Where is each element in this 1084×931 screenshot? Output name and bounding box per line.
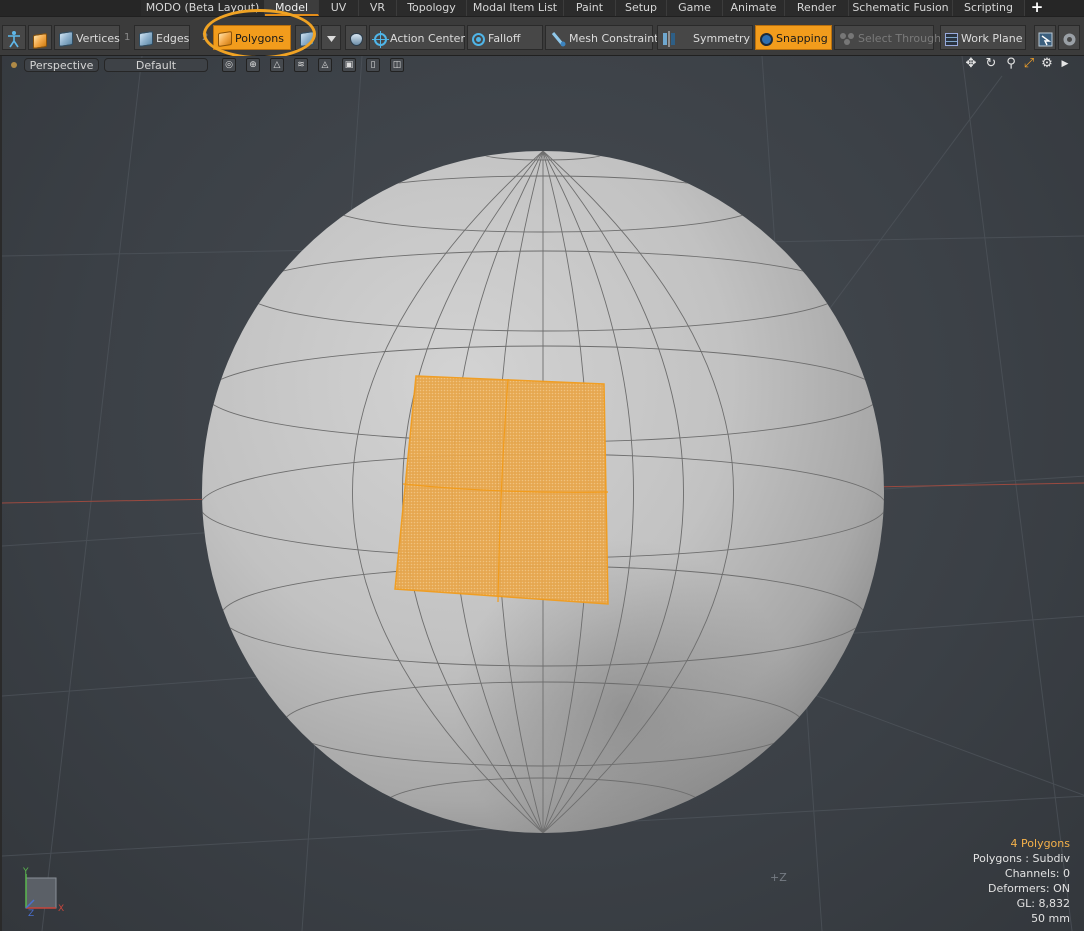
symmetry-label: Symmetry — [693, 32, 751, 45]
book-icon[interactable]: ◫ — [390, 58, 404, 72]
skeleton-mode-button[interactable] — [2, 25, 26, 50]
move-icon[interactable]: ✥ — [964, 57, 978, 71]
select-through-button[interactable]: Select Through — [834, 25, 941, 50]
figure-icon — [8, 31, 20, 48]
modo-window: MODO (Beta Layout) Model UV VR Topology … — [0, 0, 1084, 931]
wireframe-sphere-icon[interactable]: ⊕ — [246, 58, 260, 72]
snapping-icon — [760, 32, 773, 46]
z-direction-marker: +Z — [770, 871, 787, 884]
tab-schematic-fusion[interactable]: Schematic Fusion — [849, 0, 953, 16]
shading-style-dropdown[interactable]: Default — [104, 58, 208, 72]
snapping-button[interactable]: Snapping — [755, 25, 832, 50]
deformers-info: Deformers: ON — [988, 882, 1070, 895]
drawing-style-icon[interactable]: ◬ — [318, 58, 332, 72]
materials-mode-button[interactable] — [295, 25, 319, 50]
chevron-down-icon — [327, 36, 336, 42]
polygons-mode-button[interactable]: Polygons — [213, 25, 291, 50]
3d-viewport[interactable]: Perspective Default ◎ ⊕ △ ≋ ◬ ▣ ▯ ◫ ✥ ↻ … — [0, 56, 1084, 931]
edges-label: Edges — [156, 32, 190, 45]
mesh-constraint-label: Mesh Constraint — [569, 32, 659, 45]
viewport-header: Perspective Default ◎ ⊕ △ ≋ ◬ ▣ ▯ ◫ ✥ ↻ … — [2, 56, 1084, 74]
mesh-constraint-button[interactable]: Mesh Constraint — [545, 25, 659, 50]
polygons-label: Polygons — [235, 32, 284, 45]
camera-view-icon[interactable]: ◎ — [222, 58, 236, 72]
tab-modo-beta-layout[interactable]: MODO (Beta Layout) — [141, 0, 265, 16]
lighting-icon[interactable]: △ — [270, 58, 284, 72]
item-cube-icon — [33, 33, 47, 49]
vertices-label: Vertices — [76, 32, 120, 45]
gear-icon — [1063, 33, 1076, 45]
viewport-options-gear-icon[interactable]: ⚙ — [1040, 57, 1054, 71]
select-through-icon — [840, 33, 854, 45]
add-tab-button[interactable]: + — [1030, 0, 1044, 15]
work-plane-button[interactable]: Work Plane — [940, 25, 1026, 50]
mesh-constraint-icon — [551, 32, 566, 47]
work-plane-label: Work Plane — [961, 32, 1023, 45]
tab-uv[interactable]: UV — [319, 0, 359, 16]
axis-y-label: Y — [22, 867, 29, 877]
fit-icon[interactable]: ⤢ — [1022, 57, 1036, 71]
viewport-status-dot — [11, 62, 17, 68]
tab-setup[interactable]: Setup — [616, 0, 667, 16]
selection-count: 4 Polygons — [1010, 837, 1070, 850]
vertices-mode-button[interactable]: Vertices — [54, 25, 120, 50]
snapping-label: Snapping — [776, 32, 828, 45]
edges-cube-icon — [139, 31, 153, 47]
axis-gizmo: Y X Z — [22, 867, 64, 916]
tab-animate[interactable]: Animate — [723, 0, 785, 16]
lens-info: 50 mm — [1031, 912, 1070, 925]
viewport-info-overlay: 4 Polygons Polygons : Subdiv Channels: 0… — [973, 836, 1070, 926]
falloff-icon — [472, 32, 485, 46]
tab-model[interactable]: Model — [265, 0, 319, 16]
tab-topology[interactable]: Topology — [397, 0, 467, 16]
polygon-mode-info: Polygons : Subdiv — [972, 852, 1070, 865]
mode-dropdown-button[interactable] — [321, 25, 341, 50]
screen-select-button[interactable] — [1034, 25, 1056, 50]
work-plane-icon — [945, 32, 958, 46]
tab-scripting[interactable]: Scripting — [953, 0, 1025, 16]
tab-modal-item-list[interactable]: Modal Item List — [467, 0, 564, 16]
zoom-icon[interactable]: ⚲ — [1004, 57, 1018, 71]
symmetry-icon — [663, 31, 675, 47]
tab-render[interactable]: Render — [785, 0, 849, 16]
action-center-button[interactable]: Action Center — [369, 25, 465, 50]
polygons-cube-icon — [218, 31, 232, 47]
item-mode-button[interactable] — [28, 25, 52, 50]
edges-mode-button[interactable]: Edges — [134, 25, 190, 50]
falloff-label: Falloff — [488, 32, 521, 45]
pointer-box-icon — [1038, 32, 1053, 46]
selected-polygons[interactable] — [394, 375, 609, 605]
view-type-dropdown[interactable]: Perspective — [24, 58, 99, 72]
page-icon[interactable]: ▯ — [366, 58, 380, 72]
visibility-icon[interactable]: ▣ — [342, 58, 356, 72]
falloff-button[interactable]: Falloff — [467, 25, 543, 50]
vertices-hotkey: 1 — [124, 32, 131, 43]
tab-game[interactable]: Game — [667, 0, 723, 16]
action-center-icon — [372, 30, 389, 48]
tab-paint[interactable]: Paint — [564, 0, 616, 16]
materials-cube-icon — [300, 31, 314, 47]
scene-canvas[interactable] — [2, 56, 1084, 931]
vertices-cube-icon — [59, 31, 73, 47]
axis-x-label: X — [58, 904, 64, 914]
mode-toolbar: Vertices 1 Edges 2 Polygons Action Cente… — [0, 16, 1084, 56]
tab-vr[interactable]: VR — [359, 0, 397, 16]
hair-icon[interactable]: ≋ — [294, 58, 308, 72]
chevron-right-icon[interactable]: ▶ — [1058, 57, 1072, 71]
options-button[interactable] — [1058, 25, 1080, 50]
shield-icon — [350, 32, 363, 46]
action-center-label: Action Center — [390, 32, 465, 45]
select-through-label: Select Through — [858, 32, 942, 45]
symmetry-button[interactable]: Symmetry — [657, 25, 753, 50]
gl-count-info: GL: 8,832 — [1016, 897, 1070, 910]
axis-z-label: Z — [28, 909, 34, 916]
rotate-icon[interactable]: ↻ — [984, 57, 998, 71]
channels-info: Channels: 0 — [1004, 867, 1070, 880]
edges-hotkey: 2 — [202, 32, 209, 43]
auto-select-button[interactable] — [345, 25, 367, 50]
layout-tab-bar: MODO (Beta Layout) Model UV VR Topology … — [0, 0, 1084, 16]
